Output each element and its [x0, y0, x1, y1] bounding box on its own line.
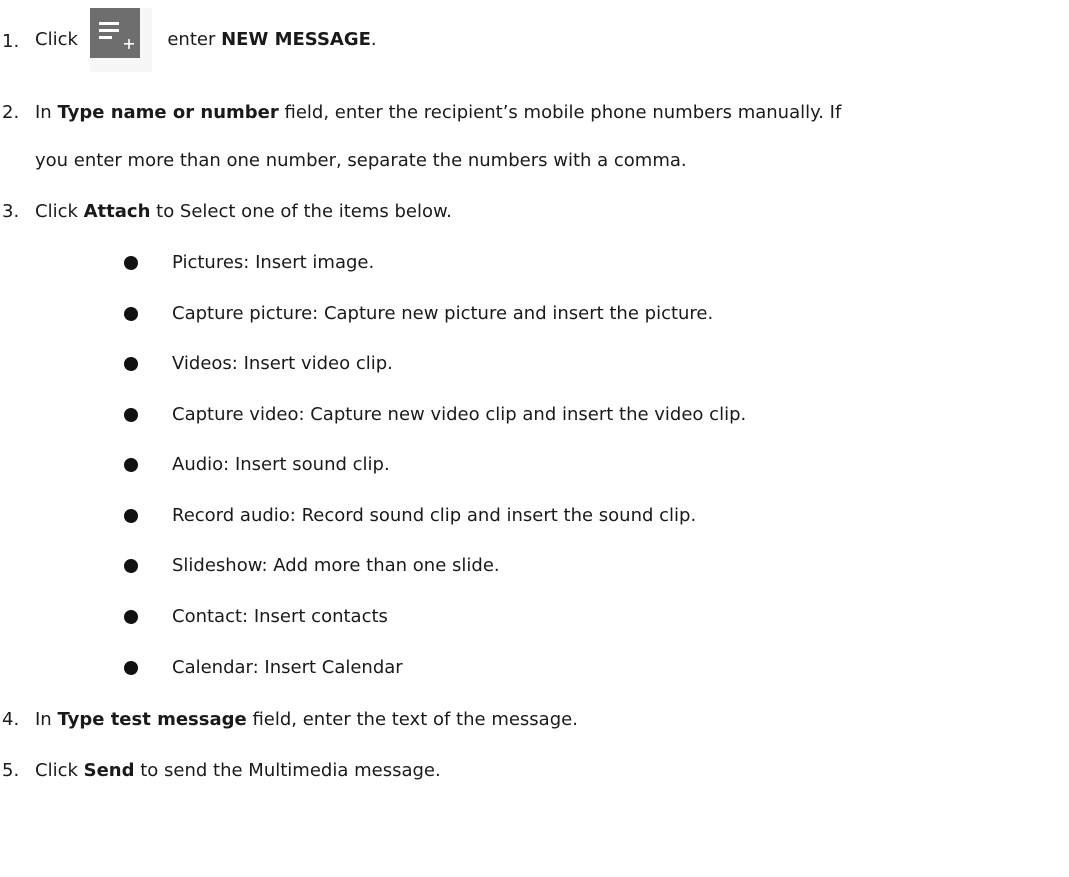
- step-number: 2.: [2, 102, 20, 123]
- bullet-icon: [124, 256, 138, 270]
- step-mid: enter: [167, 29, 216, 50]
- list-item-text: Contact: Insert contacts: [172, 606, 388, 627]
- step-bold: Type name or number: [57, 102, 279, 123]
- step-number: 1.: [2, 31, 20, 52]
- step-text: Click enter NEW MESSAGE.: [35, 8, 377, 72]
- list-item-text: Calendar: Insert Calendar: [172, 657, 403, 678]
- step-bold: Type test message: [57, 709, 247, 730]
- step-2-continuation: you enter more than one number, separate…: [35, 150, 687, 171]
- bullet-icon: [124, 307, 138, 321]
- step-bold: NEW MESSAGE: [221, 29, 371, 50]
- step-post: field, enter the recipient’s mobile phon…: [284, 102, 842, 123]
- bullet-icon: [124, 509, 138, 523]
- list-item-text: Record audio: Record sound clip and inse…: [172, 505, 697, 526]
- step-post: to send the Multimedia message.: [140, 760, 441, 781]
- step-text: In Type test message field, enter the te…: [35, 708, 578, 732]
- step-number: 3.: [2, 201, 20, 222]
- list-item-text: Capture picture: Capture new picture and…: [172, 303, 714, 324]
- bullet-icon: [124, 610, 138, 624]
- step-post: field, enter the text of the message.: [252, 709, 578, 730]
- step-pre: Click: [35, 201, 78, 222]
- step-post: to Select one of the items below.: [156, 201, 452, 222]
- step-text: In Type name or number field, enter the …: [35, 101, 841, 125]
- step-pre: Click: [35, 760, 78, 781]
- list-item-text: Videos: Insert video clip.: [172, 353, 393, 374]
- bullet-icon: [124, 408, 138, 422]
- step-post: .: [370, 29, 377, 50]
- step-bold: Send: [83, 760, 135, 781]
- step-pre: In: [35, 102, 52, 123]
- step-number: 4.: [2, 709, 20, 730]
- list-item-text: Audio: Insert sound clip.: [172, 454, 390, 475]
- step-number: 5.: [2, 760, 20, 781]
- step-pre: Click: [35, 29, 78, 50]
- list-item-text: Capture video: Capture new video clip an…: [172, 404, 747, 425]
- bullet-icon: [124, 458, 138, 472]
- step-text: Click Attach to Select one of the items …: [35, 200, 452, 224]
- bullet-icon: [124, 559, 138, 573]
- step-bold: Attach: [83, 201, 151, 222]
- new-message-icon: [89, 8, 152, 72]
- bullet-icon: [124, 661, 138, 675]
- step-pre: In: [35, 709, 52, 730]
- step-text: Click Send to send the Multimedia messag…: [35, 759, 441, 783]
- instruction-document: 1. Click enter NEW MESSAGE. 2. In Type n…: [0, 0, 1069, 877]
- list-item-text: Pictures: Insert image.: [172, 252, 375, 273]
- bullet-icon: [124, 357, 138, 371]
- list-item-text: Slideshow: Add more than one slide.: [172, 555, 500, 576]
